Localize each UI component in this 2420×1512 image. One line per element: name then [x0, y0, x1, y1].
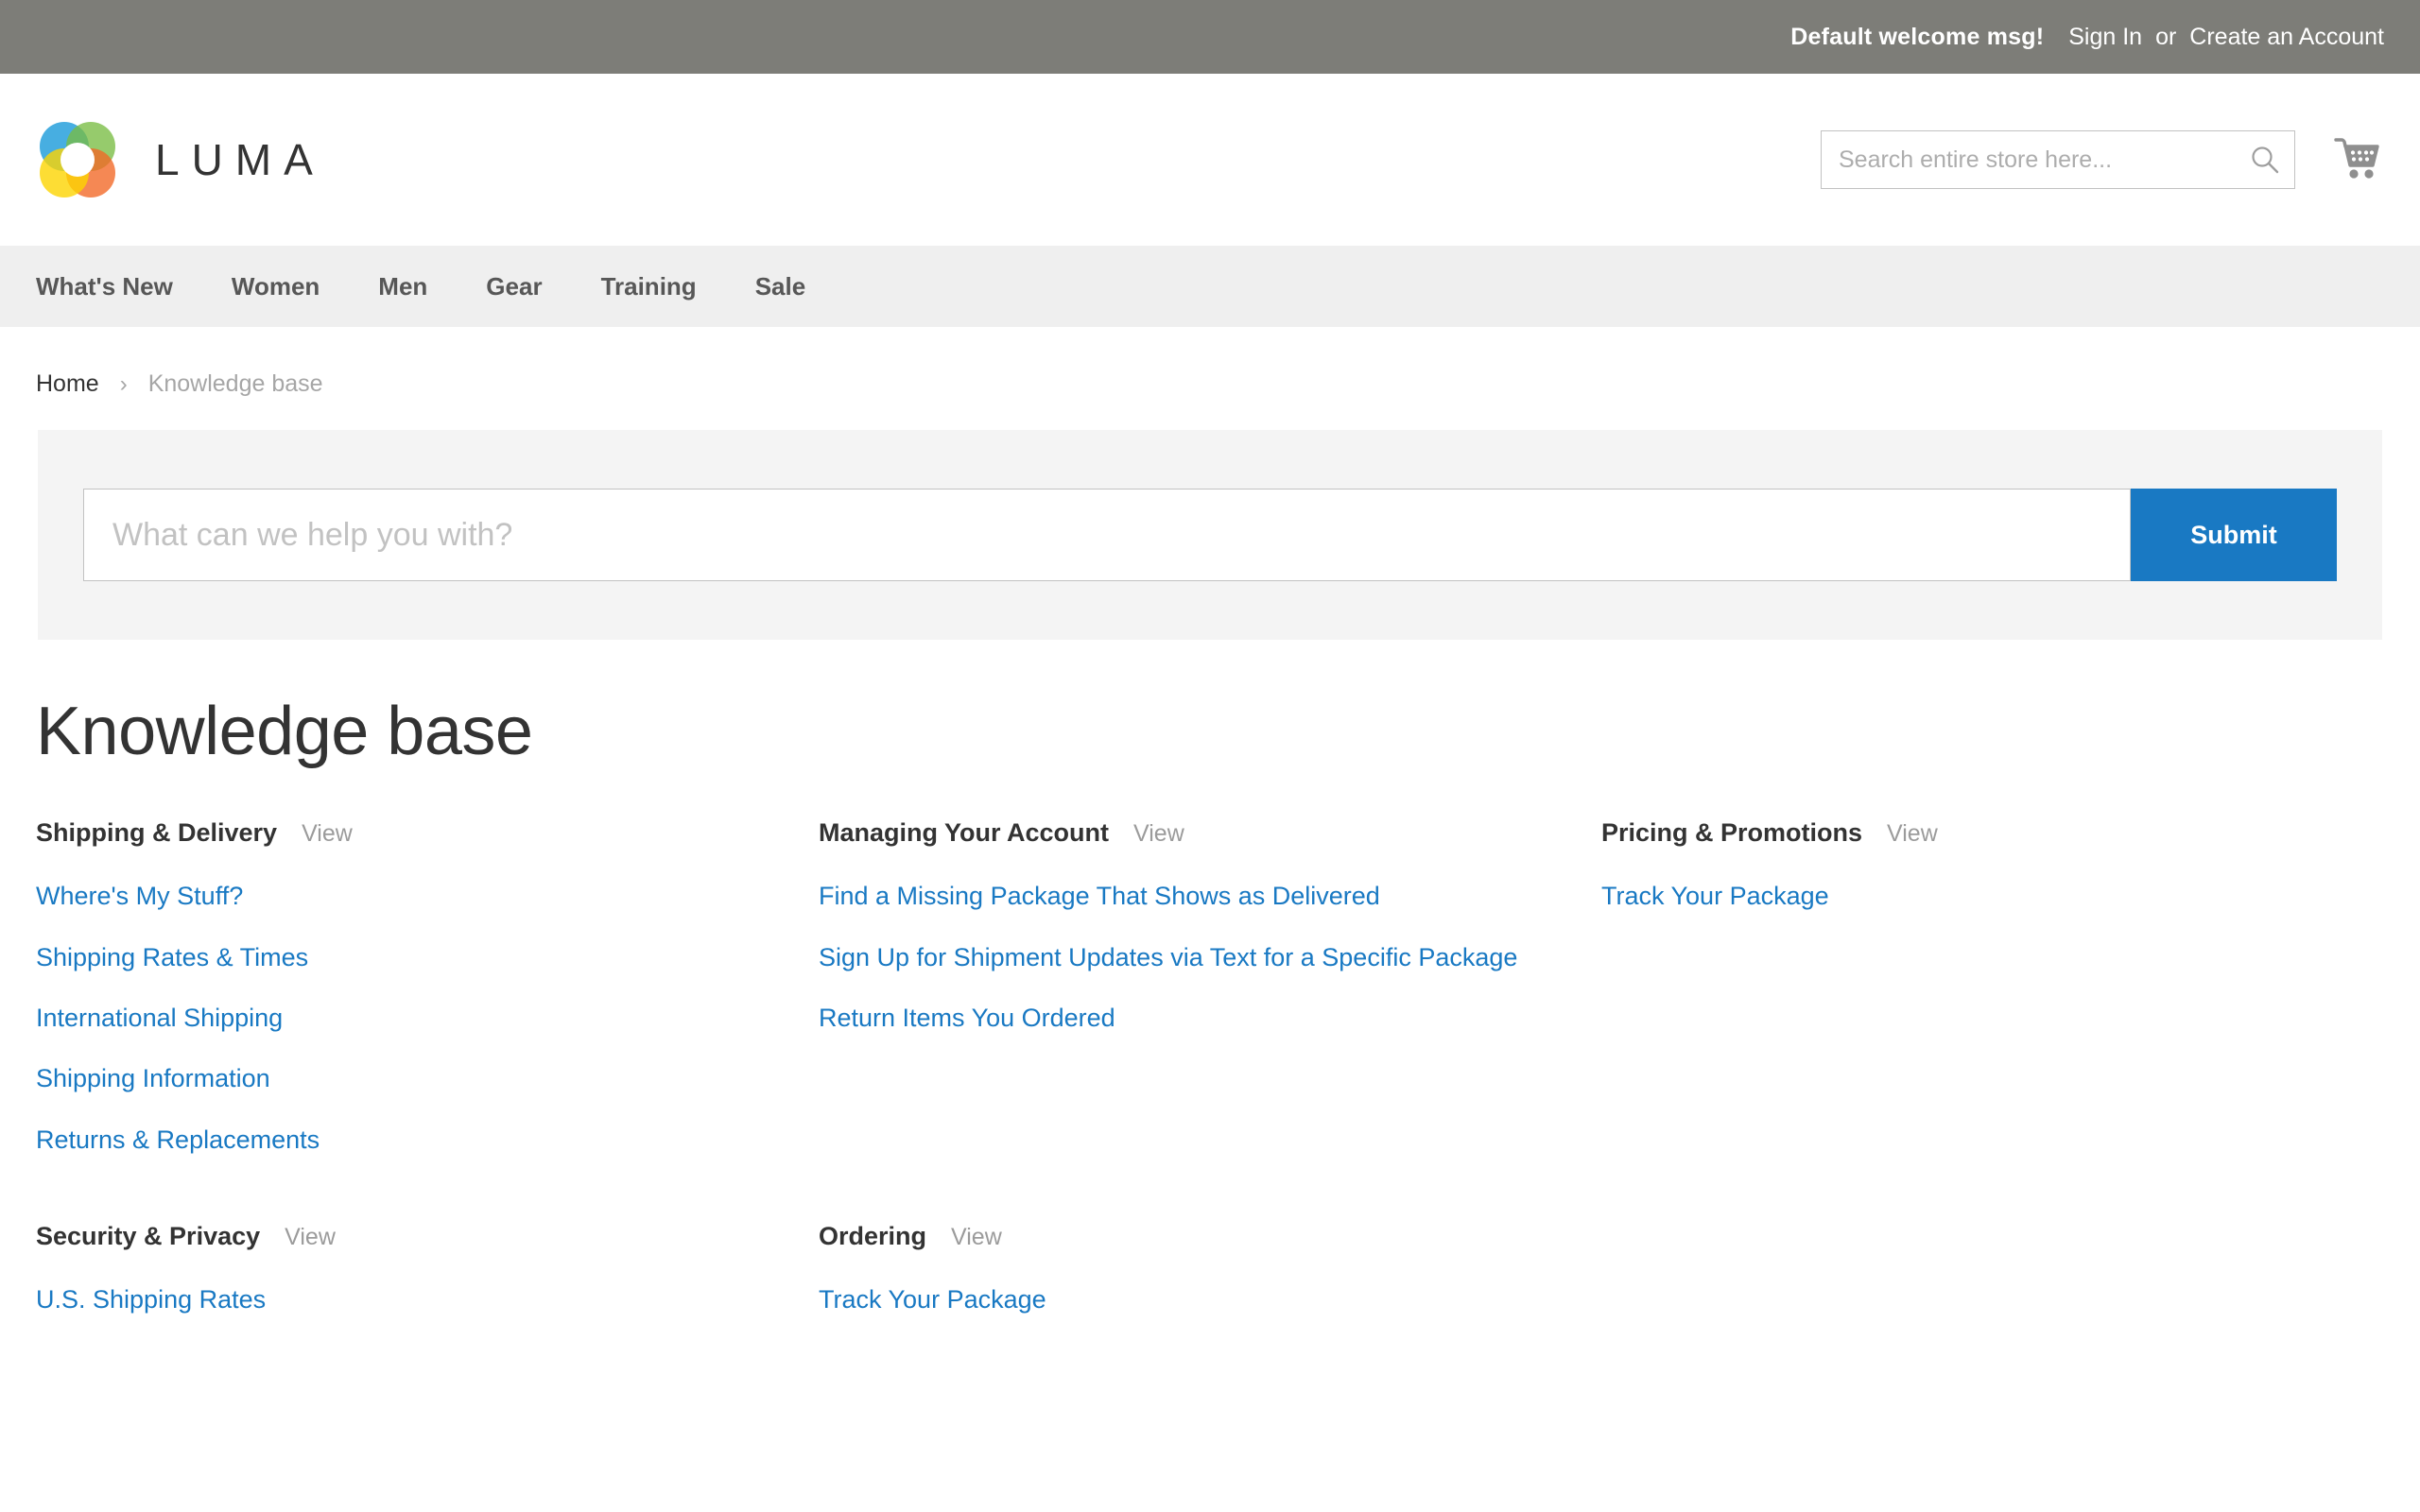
- category-header: Shipping & Delivery View: [36, 818, 762, 848]
- search-icon[interactable]: [2249, 144, 2281, 176]
- top-panel-separator: or: [2155, 23, 2177, 50]
- article-link[interactable]: Shipping Rates & Times: [36, 939, 762, 975]
- nav-item-gear[interactable]: Gear: [486, 272, 542, 301]
- submit-button[interactable]: Submit: [2131, 489, 2337, 581]
- nav-item-training[interactable]: Training: [601, 272, 697, 301]
- knowledge-base-search-input[interactable]: [83, 489, 2131, 581]
- article-link[interactable]: Where's My Stuff?: [36, 878, 762, 914]
- category-title: Security & Privacy: [36, 1221, 261, 1250]
- nav-item-women[interactable]: Women: [232, 272, 320, 301]
- nav-item-whats-new[interactable]: What's New: [36, 272, 173, 301]
- knowledge-base-category-grid: Shipping & Delivery View Where's My Stuf…: [0, 818, 2420, 1317]
- article-link[interactable]: International Shipping: [36, 1000, 762, 1036]
- welcome-message: Default welcome msg!: [1790, 23, 2045, 50]
- header-actions: [1821, 130, 2384, 189]
- logo-link[interactable]: LUMA: [36, 118, 325, 201]
- nav-item-sale[interactable]: Sale: [755, 272, 806, 301]
- create-account-link[interactable]: Create an Account: [2189, 24, 2384, 51]
- category-slot-empty: [1601, 1222, 2384, 1317]
- main-navigation: What's New Women Men Gear Training Sale: [0, 246, 2420, 327]
- top-panel: Default welcome msg! Sign In or Create a…: [0, 0, 2420, 74]
- article-link[interactable]: U.S. Shipping Rates: [36, 1281, 762, 1317]
- store-search[interactable]: [1821, 130, 2295, 189]
- knowledge-base-search-form: Submit: [83, 489, 2337, 581]
- chevron-right-icon: ›: [119, 370, 128, 397]
- category-header: Ordering View: [819, 1222, 1545, 1251]
- nav-item-men[interactable]: Men: [378, 272, 427, 301]
- search-input[interactable]: [1822, 131, 2294, 188]
- shopping-cart-icon[interactable]: [2333, 136, 2384, 183]
- article-link[interactable]: Return Items You Ordered: [819, 1000, 1545, 1036]
- article-link[interactable]: Track Your Package: [819, 1281, 1545, 1317]
- breadcrumb-current: Knowledge base: [147, 370, 323, 397]
- category-header: Pricing & Promotions View: [1601, 818, 2327, 848]
- category-view-link[interactable]: View: [1133, 820, 1184, 848]
- category-view-link[interactable]: View: [285, 1224, 336, 1251]
- category-security-privacy: Security & Privacy View U.S. Shipping Ra…: [36, 1222, 819, 1317]
- category-ordering: Ordering View Track Your Package: [819, 1222, 1601, 1317]
- luma-logo-icon: [36, 118, 119, 201]
- category-managing-your-account: Managing Your Account View Find a Missin…: [819, 818, 1601, 1158]
- category-header: Security & Privacy View: [36, 1222, 762, 1251]
- category-shipping-delivery: Shipping & Delivery View Where's My Stuf…: [36, 818, 819, 1158]
- sign-in-link[interactable]: Sign In: [2068, 24, 2142, 51]
- category-view-link[interactable]: View: [1887, 820, 1938, 848]
- article-link[interactable]: Sign Up for Shipment Updates via Text fo…: [819, 939, 1545, 975]
- article-link[interactable]: Shipping Information: [36, 1060, 762, 1096]
- article-link[interactable]: Find a Missing Package That Shows as Del…: [819, 878, 1545, 914]
- category-view-link[interactable]: View: [951, 1224, 1002, 1251]
- category-title: Pricing & Promotions: [1601, 818, 1863, 848]
- category-pricing-promotions: Pricing & Promotions View Track Your Pac…: [1601, 818, 2384, 1158]
- page-title: Knowledge base: [36, 694, 533, 769]
- logo-text: LUMA: [155, 135, 325, 184]
- breadcrumb-home[interactable]: Home: [36, 370, 99, 398]
- article-link[interactable]: Track Your Package: [1601, 878, 2327, 914]
- category-title: Shipping & Delivery: [36, 818, 278, 848]
- category-title: Ordering: [819, 1221, 927, 1250]
- knowledge-base-search-block: Submit: [38, 430, 2382, 640]
- site-header: LUMA: [0, 74, 2420, 246]
- category-header: Managing Your Account View: [819, 818, 1545, 848]
- breadcrumb: Home › Knowledge base: [0, 327, 2420, 398]
- category-view-link[interactable]: View: [302, 820, 353, 848]
- category-title: Managing Your Account: [819, 818, 1110, 848]
- article-link[interactable]: Returns & Replacements: [36, 1122, 762, 1158]
